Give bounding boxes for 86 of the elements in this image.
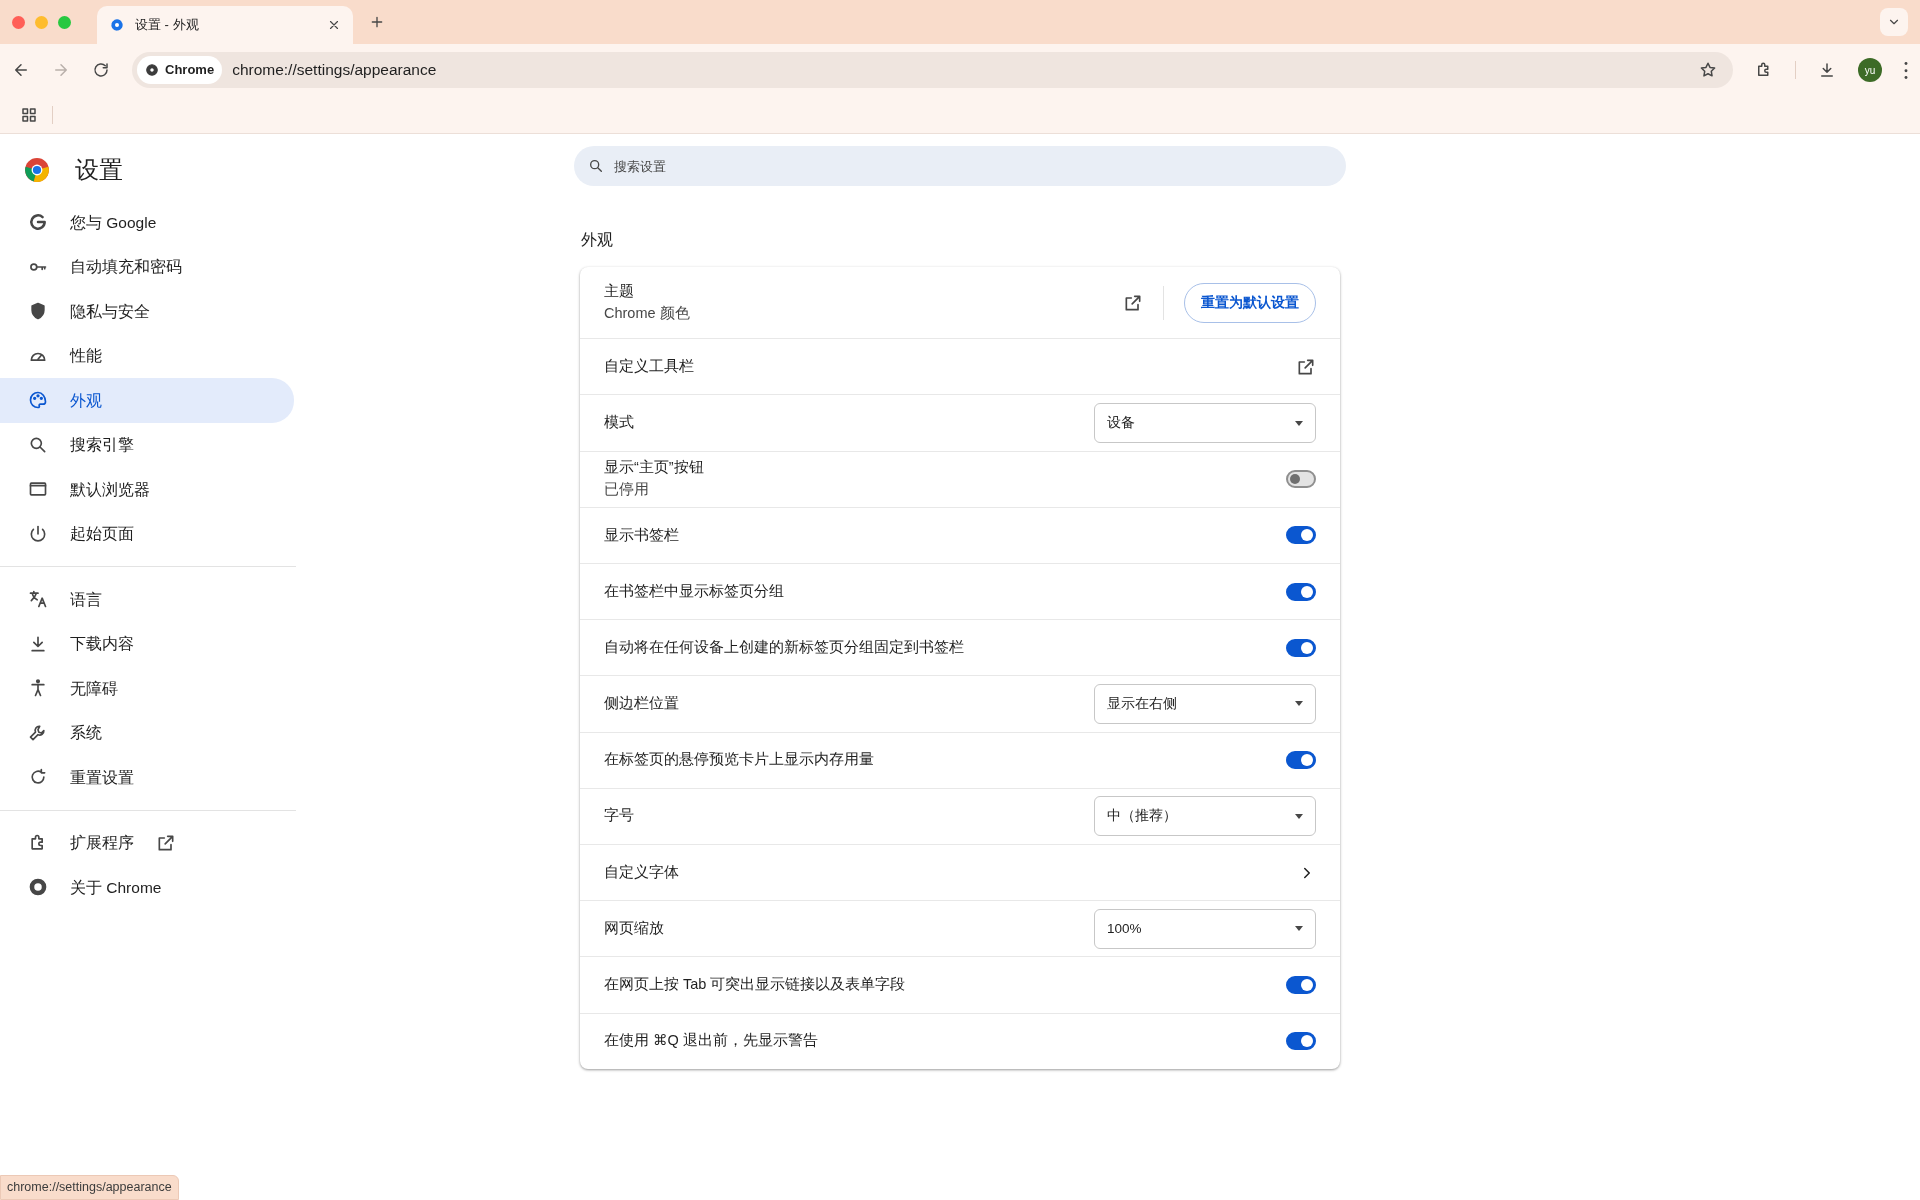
- palette-icon: [28, 390, 48, 411]
- dropdown[interactable]: 设备: [1094, 403, 1316, 444]
- avatar-button[interactable]: yu: [1858, 58, 1882, 82]
- download-button[interactable]: [1818, 61, 1836, 79]
- sidebar-item[interactable]: 关于 Chrome: [0, 865, 294, 910]
- setting-label: 自动将在任何设备上创建的新标签页分组固定到书签栏: [604, 637, 965, 657]
- sidebar-item[interactable]: 外观: [0, 378, 294, 423]
- forward-icon: [52, 61, 70, 79]
- toggle-switch[interactable]: [1286, 975, 1316, 994]
- section-heading: 外观: [581, 230, 614, 250]
- reset-button[interactable]: 重置为默认设置: [1184, 282, 1316, 323]
- sidebar-item[interactable]: 您与 Google: [0, 200, 294, 245]
- setting-label: 自定义工具栏: [604, 356, 695, 376]
- setting-description: Chrome 颜色: [604, 303, 691, 323]
- sidebar-item[interactable]: 无障碍: [0, 666, 294, 711]
- setting-label: 侧边栏位置: [604, 694, 680, 714]
- chrome-logo-icon: [24, 157, 50, 183]
- setting-label: 自定义字体: [604, 862, 680, 882]
- wrench-icon: [28, 722, 48, 743]
- sidebar-item[interactable]: 系统: [0, 710, 294, 755]
- power-icon: [28, 523, 48, 544]
- back-button[interactable]: [12, 61, 30, 79]
- toggle-switch[interactable]: [1286, 526, 1316, 545]
- sidebar-item[interactable]: 下载内容: [0, 621, 294, 666]
- sidebar-item[interactable]: 搜索引擎: [0, 422, 294, 467]
- setting-label: 在标签页的悬停预览卡片上显示内存用量: [604, 750, 875, 770]
- setting-label: 在网页上按 Tab 可突出显示链接以及表单字段: [604, 975, 907, 995]
- star-icon: [1699, 61, 1717, 79]
- setting-label: 模式: [604, 413, 635, 433]
- apps-icon: [20, 105, 38, 124]
- sidebar-item[interactable]: 隐私与安全: [0, 289, 294, 334]
- bookmark-star-button[interactable]: [1699, 61, 1717, 79]
- sidebar-item[interactable]: 起始页面: [0, 511, 294, 556]
- close-button[interactable]: [327, 18, 341, 32]
- apps-button[interactable]: [20, 105, 38, 124]
- setting-label: 主题: [604, 282, 635, 301]
- status-bar: chrome://settings/appearance: [0, 1175, 179, 1200]
- sidebar-item[interactable]: 语言: [0, 577, 294, 622]
- external-link-icon: [156, 832, 176, 853]
- reload-icon: [92, 61, 110, 79]
- external-link-icon: [1296, 356, 1316, 377]
- sidebar-item[interactable]: 默认浏览器: [0, 467, 294, 512]
- site-chip: Chrome: [137, 56, 223, 84]
- page-title: 设置: [75, 155, 123, 185]
- open-external-button[interactable]: [1123, 292, 1143, 313]
- toggle-switch[interactable]: [1286, 751, 1316, 770]
- open-external-button[interactable]: [1296, 356, 1316, 377]
- toggle-switch[interactable]: [1286, 470, 1316, 489]
- caret-icon: [1295, 813, 1303, 819]
- menu-button[interactable]: [1904, 61, 1908, 79]
- setting-label: 字号: [604, 806, 635, 826]
- setting-label: 显示书签栏: [604, 525, 680, 545]
- external-link-icon: [1123, 292, 1143, 313]
- toggle-switch[interactable]: [1286, 638, 1316, 657]
- setting-label: 在书签栏中显示标签页分组: [604, 581, 785, 601]
- setting-label: 网页缩放: [604, 918, 665, 938]
- dropdown[interactable]: 中（推荐）: [1094, 796, 1316, 837]
- caret-icon: [1295, 701, 1303, 707]
- toggle-switch[interactable]: [1286, 582, 1316, 601]
- back-icon: [12, 61, 30, 79]
- toggle-switch[interactable]: [1286, 1032, 1316, 1051]
- google-g-icon: [28, 212, 48, 233]
- search-icon: [588, 158, 604, 174]
- menu-icon: [1904, 61, 1908, 79]
- sidebar-item[interactable]: 性能: [0, 333, 294, 378]
- sidebar-item[interactable]: 扩展程序: [0, 820, 294, 865]
- reload-button[interactable]: [92, 61, 110, 79]
- translate-icon: [28, 589, 48, 610]
- dropdown[interactable]: 显示在右侧: [1094, 683, 1316, 724]
- caret-icon: [1295, 420, 1303, 426]
- address-bar[interactable]: Chrome chrome://settings/appearance: [132, 52, 1733, 88]
- setting-label: 在使用 ⌘Q 退出前，先显示警告: [604, 1031, 819, 1051]
- search-field[interactable]: 搜索设置: [574, 146, 1346, 186]
- new-tab-button[interactable]: [369, 14, 385, 30]
- accessibility-icon: [28, 678, 48, 699]
- setting-label: 显示“主页”按钮: [604, 458, 705, 478]
- plus-icon: [369, 14, 385, 30]
- download-icon: [1818, 61, 1836, 79]
- close-icon: [327, 18, 341, 32]
- sidebar-item[interactable]: 重置设置: [0, 755, 294, 800]
- browser-tab[interactable]: 设置 - 外观: [97, 6, 353, 44]
- sidebar-item[interactable]: 自动填充和密码: [0, 244, 294, 289]
- shield-icon: [28, 301, 48, 322]
- caret-icon: [1295, 926, 1303, 932]
- setting-description: 已停用: [604, 480, 650, 500]
- dropdown[interactable]: 100%: [1094, 908, 1316, 949]
